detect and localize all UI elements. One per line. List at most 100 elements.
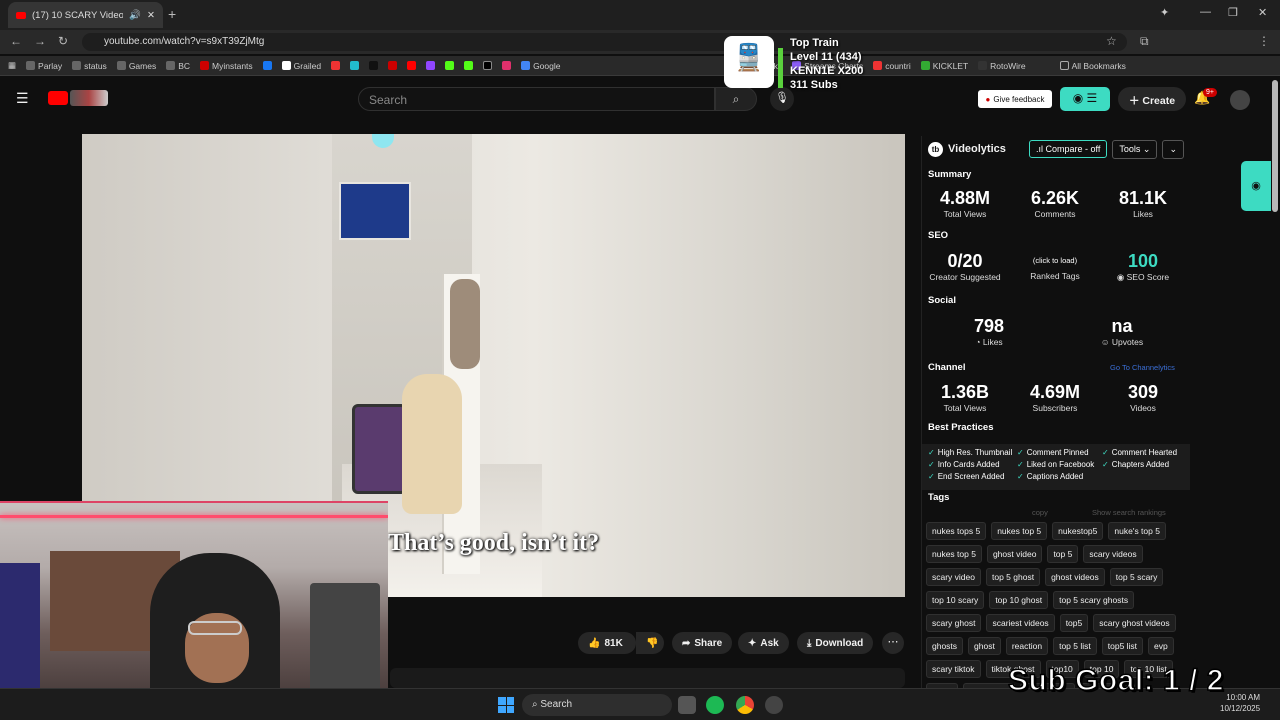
bookmark-item[interactable] <box>407 61 417 70</box>
tag-chip[interactable]: scary videos <box>1083 545 1143 563</box>
bookmark-item[interactable]: BC <box>166 61 190 71</box>
reload-icon[interactable]: ↻ <box>58 34 68 48</box>
chrome-icon[interactable] <box>736 696 754 714</box>
channelytics-link[interactable]: Go To Channelytics <box>1110 363 1175 372</box>
tag-chip[interactable]: top 10 scary <box>926 591 985 609</box>
tag-chip[interactable]: scary video <box>926 568 981 586</box>
tag-chip[interactable]: nukes top 5 <box>991 522 1048 540</box>
dislike-button[interactable]: 👎 <box>636 632 664 654</box>
tag-chip[interactable]: nuke's top 5 <box>1108 522 1166 540</box>
ask-button[interactable]: ✦ Ask <box>738 632 789 654</box>
like-button[interactable]: 👍 81K <box>578 632 636 654</box>
bookmark-item[interactable]: status <box>72 61 107 71</box>
bookmark-item[interactable]: Parlay <box>26 61 62 71</box>
tag-chip[interactable]: scary ghost videos <box>1093 614 1176 632</box>
bookmark-item[interactable]: Games <box>116 61 156 71</box>
hamburger-menu-icon[interactable]: ☰ <box>16 90 29 107</box>
tag-chip[interactable]: reaction <box>1005 637 1049 655</box>
bookmark-item[interactable] <box>445 61 455 70</box>
bookmark-item[interactable] <box>369 61 379 70</box>
tubebuddy-mini-icon: ◉ <box>1116 272 1127 282</box>
all-bookmarks[interactable]: All Bookmarks <box>1059 61 1126 71</box>
tag-chip[interactable]: top 5 list <box>1053 637 1097 655</box>
avatar[interactable] <box>1230 90 1250 110</box>
create-button[interactable]: ＋ Create <box>1118 87 1186 111</box>
bookmark-item[interactable] <box>426 61 436 70</box>
bookmark-item[interactable]: countri <box>873 61 911 71</box>
ranked-tags-stat[interactable]: (click to load) Ranked Tags <box>1012 251 1098 281</box>
url-input[interactable]: youtube.com/watch?v=s9xT39ZjMtg <box>82 33 1127 51</box>
windows-start-icon[interactable] <box>498 697 514 713</box>
tag-chip[interactable]: ghost <box>968 637 1001 655</box>
youtube-doodle-logo[interactable] <box>70 90 108 106</box>
new-tab-icon[interactable]: + <box>168 6 176 22</box>
more-actions-icon[interactable]: ⋯ <box>882 632 904 654</box>
bookmark-item[interactable]: RotoWire <box>978 61 1026 71</box>
taskbar-search[interactable]: ⌕ Search <box>522 694 672 716</box>
bookmark-item[interactable] <box>262 61 272 70</box>
bookmark-item[interactable] <box>464 61 474 70</box>
give-feedback-button[interactable]: ● Give feedback <box>978 90 1052 108</box>
page-scrollbar[interactable] <box>1272 80 1278 212</box>
tag-chip[interactable]: nukestop5 <box>1052 522 1104 540</box>
browser-tab[interactable]: (17) 10 SCARY Videos of Gh 🔊 ✕ <box>8 2 163 28</box>
forward-icon[interactable]: → <box>34 34 46 48</box>
menu-dots-icon[interactable]: ⋮ <box>1258 34 1270 48</box>
tag-chip[interactable]: top5 <box>1059 614 1089 632</box>
tag-chip[interactable]: ghosts <box>926 637 964 655</box>
tags-copy-button[interactable]: copy <box>1032 508 1048 517</box>
search-input[interactable]: Search <box>358 87 715 111</box>
tag-chip[interactable]: top5 list <box>1101 637 1144 655</box>
best-practice-item: ✓ Info Cards Added <box>928 460 1000 469</box>
task-view-icon[interactable] <box>678 696 696 714</box>
tag-chip[interactable]: top 5 scary <box>1109 568 1164 586</box>
gemini-icon[interactable]: ✦ <box>1160 6 1169 19</box>
tag-chip[interactable]: nukes top 5 <box>926 545 982 563</box>
tag-chip[interactable]: ghost videos <box>1045 568 1105 586</box>
channel-stat: 4.69M Subscribers <box>1029 382 1081 413</box>
bookmark-item[interactable] <box>331 61 341 70</box>
description-box[interactable] <box>390 668 905 688</box>
tag-chip[interactable]: evp <box>1148 637 1174 655</box>
bookmark-item[interactable]: Myinstants <box>200 61 253 71</box>
tag-chip[interactable]: nukes tops 5 <box>926 522 987 540</box>
tab-close-icon[interactable]: ✕ <box>147 10 155 21</box>
app-icon[interactable] <box>765 696 783 714</box>
tag-chip[interactable]: scary tiktok <box>926 660 981 678</box>
bookmark-item[interactable]: KICKLET <box>920 61 968 71</box>
close-window-icon[interactable]: ✕ <box>1258 6 1267 19</box>
back-icon[interactable]: ← <box>10 34 22 48</box>
youtube-logo-icon[interactable] <box>48 91 68 105</box>
show-search-rankings-button[interactable]: Show search rankings <box>1092 508 1166 517</box>
tag-chip[interactable]: ghost video <box>986 545 1043 563</box>
share-button[interactable]: ➦ Share <box>672 632 733 654</box>
tag-chip[interactable]: top 10 ghost <box>989 591 1049 609</box>
bookmark-item[interactable] <box>502 61 512 70</box>
train-subs: 311 Subs <box>790 79 838 91</box>
bookmark-item[interactable]: Grailed <box>281 61 321 71</box>
system-clock[interactable]: 10:00 AM 10/12/2025 <box>1220 692 1260 714</box>
tools-dropdown[interactable]: Tools ⌄ <box>1112 139 1158 159</box>
search-icon[interactable]: ⌕ <box>715 87 757 111</box>
spotify-icon[interactable] <box>706 696 724 714</box>
maximize-icon[interactable]: ❐ <box>1228 6 1238 19</box>
bookmark-item[interactable] <box>350 61 360 70</box>
tubebuddy-side-tab-icon[interactable]: ◉ <box>1241 161 1271 211</box>
tag-chip[interactable]: top 5 <box>1047 545 1079 563</box>
apps-icon[interactable]: ▦ <box>8 60 16 71</box>
extensions-icon[interactable]: ⧉ <box>1140 34 1149 49</box>
bookmark-item[interactable] <box>388 61 398 70</box>
tag-chip[interactable]: top 5 ghost <box>986 568 1041 586</box>
compare-button[interactable]: .ıl Compare - off <box>1029 140 1108 158</box>
tag-chip[interactable]: scariest videos <box>986 614 1055 632</box>
tag-chip[interactable]: top 5 scary ghosts <box>1053 591 1135 609</box>
download-button[interactable]: ⤓ Download <box>797 632 874 654</box>
tubebuddy-menu-button[interactable]: ◉ ☰ <box>1060 87 1110 111</box>
collapse-chevron-icon[interactable]: ⌄ <box>1162 139 1184 159</box>
bookmark-item[interactable] <box>483 61 493 70</box>
bookmark-item[interactable]: Google <box>521 61 560 71</box>
tab-audio-icon[interactable]: 🔊 <box>129 10 141 21</box>
tag-chip[interactable]: scary ghost <box>926 614 982 632</box>
bookmark-star-icon[interactable]: ☆ <box>1106 34 1117 48</box>
minimize-icon[interactable]: — <box>1200 6 1211 18</box>
